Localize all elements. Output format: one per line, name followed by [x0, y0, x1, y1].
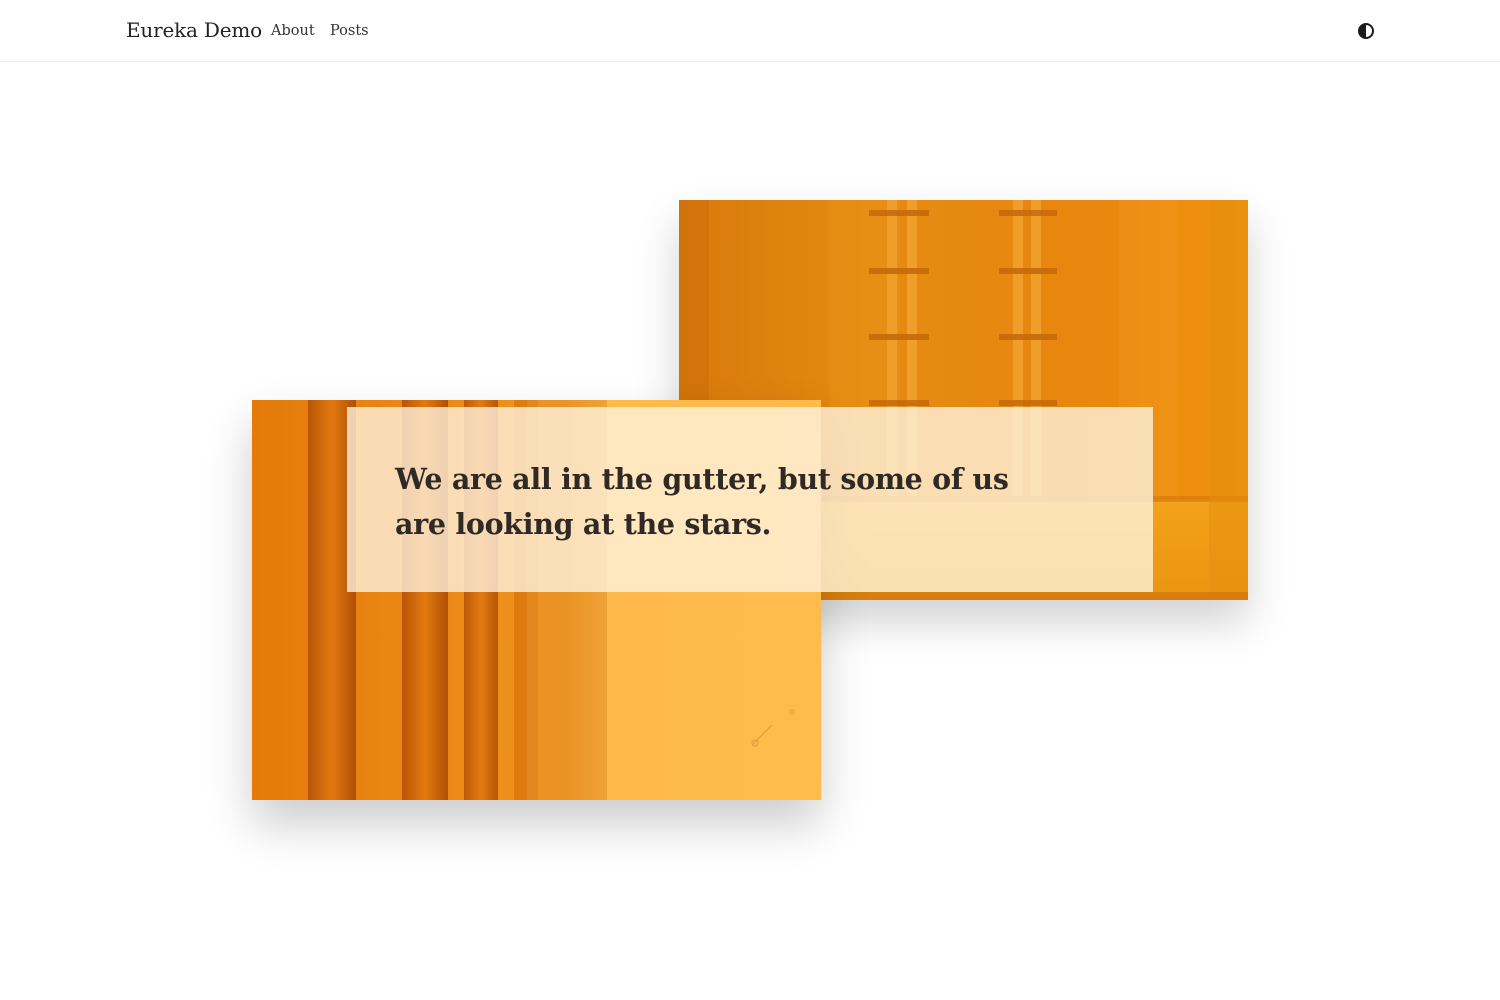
nav-link-posts[interactable]: Posts — [330, 23, 369, 39]
site-title-link[interactable]: Eureka Demo — [126, 18, 262, 42]
contrast-icon — [1358, 23, 1374, 39]
hero-quote: We are all in the gutter, but some of us… — [395, 462, 1009, 541]
quote-card: We are all in the gutter, but some of us… — [347, 407, 1153, 592]
theme-toggle-button[interactable] — [1357, 22, 1375, 40]
nav-link-about[interactable]: About — [271, 23, 315, 39]
site-header: Eureka Demo About Posts — [0, 0, 1500, 62]
